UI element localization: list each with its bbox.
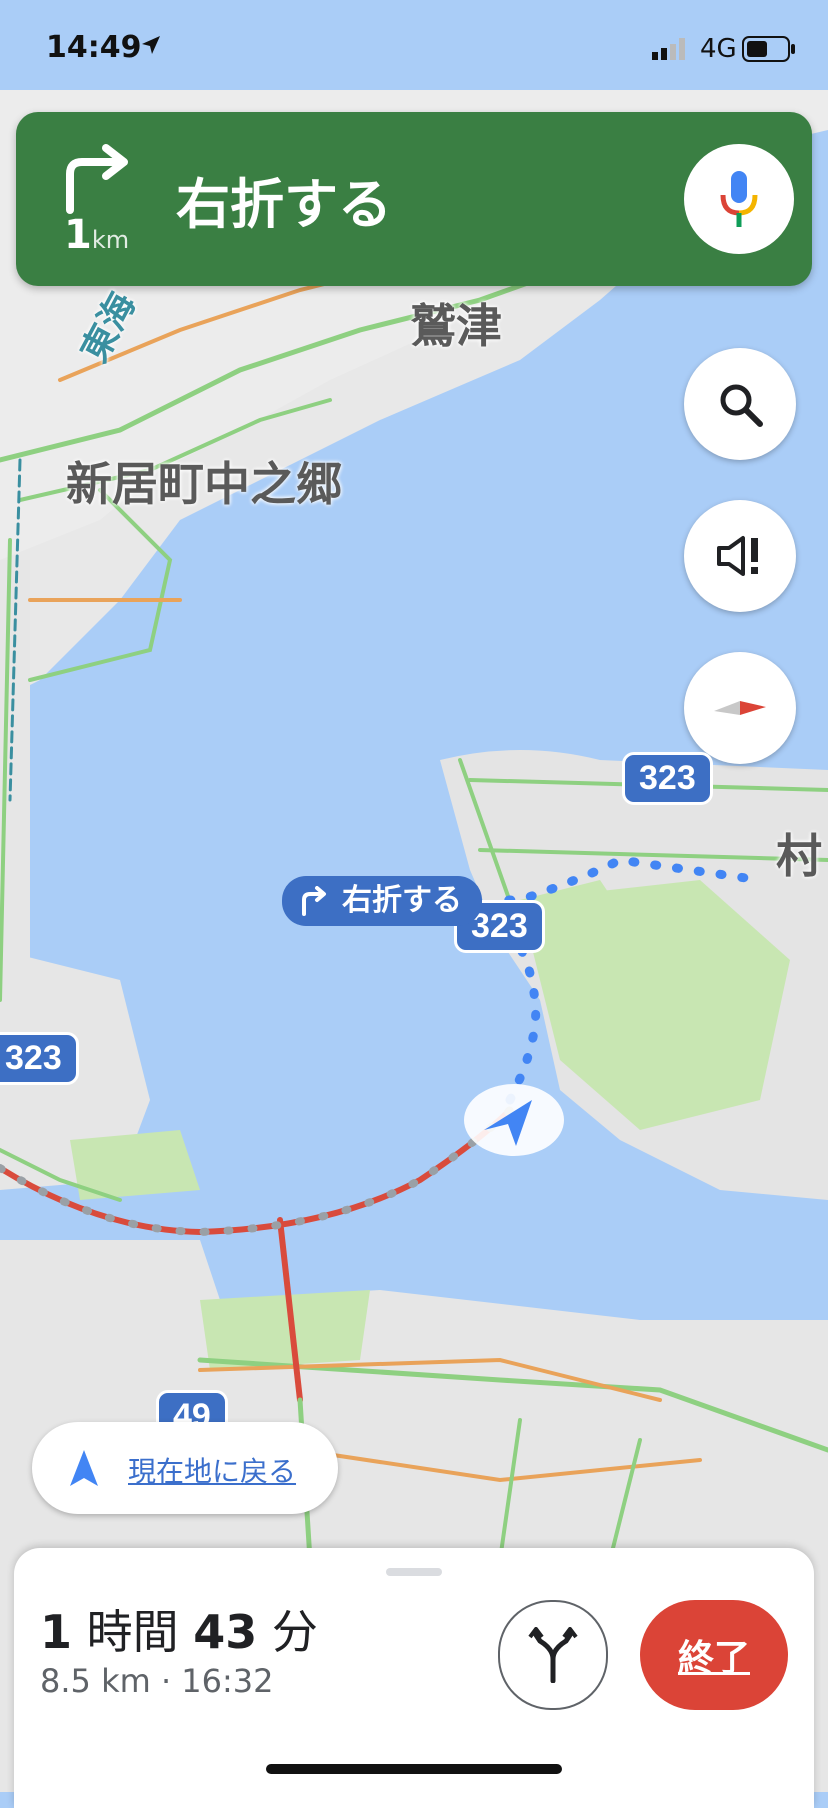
duration-minutes: 43 <box>193 1605 258 1659</box>
search-button[interactable] <box>684 348 796 460</box>
battery-icon <box>742 36 795 62</box>
road-number-badge: 323 <box>622 752 713 805</box>
sound-alerts-button[interactable] <box>684 500 796 612</box>
microphone-icon <box>720 171 758 227</box>
distance-value: 1 <box>64 212 92 258</box>
sheet-drag-handle[interactable] <box>386 1568 442 1576</box>
map-place-label: 村 <box>776 829 822 883</box>
signal-strength-icon <box>652 38 685 60</box>
turn-callout-label: 右折する <box>342 883 462 918</box>
maneuver-distance: 1km <box>64 212 129 258</box>
trip-distance-arrival: 8.5 km · 16:32 <box>40 1662 274 1700</box>
duration-hours-unit: 時間 <box>86 1605 179 1659</box>
navigation-arrow-icon <box>70 1450 98 1486</box>
turn-right-icon <box>302 886 326 916</box>
duration-minutes-unit: 分 <box>271 1605 318 1659</box>
recenter-button[interactable]: 現在地に戻る <box>32 1422 338 1514</box>
status-time: 14:49 <box>46 30 142 65</box>
status-bar: 14:49 4G <box>0 0 828 96</box>
duration-hours: 1 <box>40 1605 73 1659</box>
trip-duration: 1 時間 43 分 <box>40 1596 318 1662</box>
road-number-badge: 323 <box>0 1032 79 1085</box>
compass-button[interactable] <box>684 652 796 764</box>
voice-search-button[interactable] <box>684 144 794 254</box>
route-fork-icon <box>528 1627 578 1683</box>
search-icon <box>720 384 763 427</box>
turn-right-arrow-icon <box>66 144 128 214</box>
speaker-alert-icon <box>717 536 758 576</box>
map-place-label: 新居町中之郷 <box>66 457 342 511</box>
location-arrow-icon <box>142 36 160 54</box>
map-place-label: 鷲津 <box>410 299 502 353</box>
home-indicator <box>266 1764 562 1774</box>
compass-icon <box>714 701 766 715</box>
turn-callout: 右折する <box>282 876 482 926</box>
navigation-banner[interactable]: 1km 右折する <box>16 112 812 286</box>
recenter-label: 現在地に戻る <box>128 1455 297 1488</box>
network-type: 4G <box>700 34 737 64</box>
alternate-routes-button[interactable] <box>498 1600 608 1710</box>
distance-unit: km <box>91 226 130 254</box>
maneuver-instruction: 右折する <box>176 173 392 236</box>
end-navigation-button[interactable]: 終了 <box>640 1600 788 1710</box>
